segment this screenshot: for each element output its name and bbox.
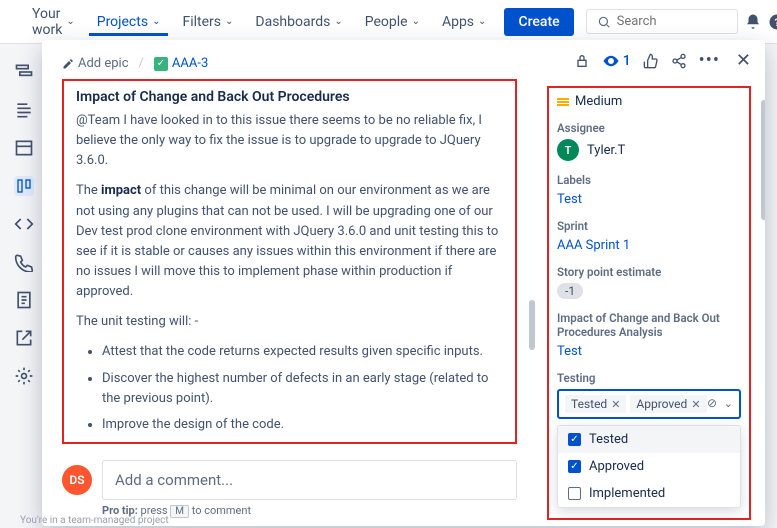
- rail-pages-icon[interactable]: [14, 290, 34, 310]
- share-icon[interactable]: [671, 53, 687, 69]
- description-body: @Team I have looked in to this issue the…: [76, 111, 503, 444]
- user-avatar: DS: [62, 465, 92, 495]
- nav-people[interactable]: People⌄: [357, 8, 428, 36]
- right-scrollbar[interactable]: [761, 90, 765, 510]
- testing-dropdown: ✓Tested ✓Approved Implemented: [557, 425, 741, 508]
- sidebar-highlight: Medium Assignee T Tyler.T Labels Test Sp…: [547, 86, 751, 520]
- more-actions-icon[interactable]: •••: [699, 50, 720, 71]
- checkbox-icon: [568, 487, 581, 500]
- chevron-down-icon[interactable]: ⌄: [724, 397, 733, 410]
- left-rail: [0, 44, 48, 528]
- testing-select[interactable]: Tested✕ Approved✕ ⊘ ⌄: [557, 389, 741, 419]
- description-highlight: Impact of Change and Back Out Procedures…: [62, 79, 517, 444]
- close-icon[interactable]: ✕: [736, 50, 751, 71]
- search-input[interactable]: [617, 14, 727, 29]
- sprint-label: Sprint: [557, 219, 741, 233]
- add-epic-button[interactable]: Add epic: [62, 56, 129, 71]
- issue-sidebar: Medium Assignee T Tyler.T Labels Test Sp…: [537, 40, 765, 526]
- sprint-value[interactable]: AAA Sprint 1: [557, 238, 630, 253]
- nav-your-work[interactable]: Your work⌄: [24, 0, 83, 44]
- rail-list-icon[interactable]: [14, 138, 34, 158]
- bullet-item: Attest that the code returns expected re…: [102, 342, 503, 362]
- nav-filters[interactable]: Filters⌄: [174, 8, 241, 36]
- issue-key-link[interactable]: ✓ AAA-3: [154, 56, 208, 71]
- eye-icon: [602, 52, 620, 70]
- thumbs-up-icon[interactable]: [643, 53, 659, 69]
- rail-board-icon[interactable]: [14, 176, 34, 196]
- testing-chip[interactable]: Approved✕: [630, 395, 706, 413]
- footer-hint: You're in a team-managed project: [20, 515, 169, 526]
- rail-code-icon[interactable]: [14, 214, 34, 234]
- chip-remove-icon[interactable]: ✕: [691, 398, 700, 411]
- labels-label: Labels: [557, 173, 741, 187]
- watch-button[interactable]: 1: [602, 52, 631, 70]
- assignee-label: Assignee: [557, 121, 741, 135]
- chip-remove-icon[interactable]: ✕: [611, 398, 620, 411]
- rail-roadmap-icon[interactable]: [14, 62, 34, 82]
- impact-analysis-label: Impact of Change and Back Out Procedures…: [557, 311, 741, 339]
- dropdown-option[interactable]: Implemented: [558, 480, 740, 507]
- dropdown-option[interactable]: ✓Approved: [558, 453, 740, 480]
- story-points-value[interactable]: -1: [557, 283, 583, 299]
- rail-project-settings-icon[interactable]: [14, 366, 34, 386]
- topbar: Your work⌄ Projects⌄ Filters⌄ Dashboards…: [0, 0, 777, 44]
- description-title: Impact of Change and Back Out Procedures: [76, 89, 503, 105]
- story-type-icon: ✓: [154, 57, 168, 71]
- testing-label: Testing: [557, 371, 741, 385]
- impact-analysis-value[interactable]: Test: [557, 344, 582, 359]
- lock-icon[interactable]: [574, 53, 590, 69]
- help-icon[interactable]: ?: [768, 10, 777, 34]
- rail-shortcut-icon[interactable]: [14, 328, 34, 348]
- pencil-icon: [62, 58, 74, 70]
- left-scrollbar[interactable]: [529, 100, 535, 470]
- search-icon: [597, 15, 611, 29]
- modal-action-bar: 1 ••• ✕: [574, 50, 751, 71]
- checkbox-icon: ✓: [568, 433, 581, 446]
- bullet-item: Discover the highest number of defects i…: [102, 369, 503, 409]
- labels-value[interactable]: Test: [557, 192, 582, 207]
- issue-main: Add epic / ✓ AAA-3 Impact of Change and …: [42, 40, 537, 526]
- nav-dashboards[interactable]: Dashboards⌄: [247, 8, 350, 36]
- rail-backlog-icon[interactable]: [14, 100, 34, 120]
- priority-medium-icon: [557, 98, 569, 106]
- notifications-icon[interactable]: [744, 10, 762, 34]
- rail-phone-icon[interactable]: [14, 252, 34, 272]
- dropdown-option[interactable]: ✓Tested: [558, 426, 740, 453]
- search-box[interactable]: [586, 9, 738, 34]
- comment-row: DS Add a comment...: [62, 460, 517, 500]
- assignee-field[interactable]: T Tyler.T: [557, 139, 741, 161]
- assignee-name: Tyler.T: [587, 143, 625, 158]
- bullet-item: Improve the design of the code.: [102, 415, 503, 435]
- bullet-item: Identify units that are too complex: [102, 441, 503, 444]
- checkbox-icon: ✓: [568, 460, 581, 473]
- watch-count: 1: [623, 53, 631, 69]
- story-points-label: Story point estimate: [557, 265, 741, 279]
- comment-input[interactable]: Add a comment...: [102, 460, 517, 500]
- assignee-avatar: T: [557, 139, 579, 161]
- nav-projects[interactable]: Projects⌄: [89, 8, 169, 36]
- clear-all-icon[interactable]: ⊘: [707, 396, 717, 410]
- priority-field[interactable]: Medium: [557, 94, 741, 109]
- breadcrumb: Add epic / ✓ AAA-3: [62, 56, 517, 71]
- nav-apps[interactable]: Apps⌄: [434, 8, 494, 36]
- create-button[interactable]: Create: [504, 8, 573, 36]
- testing-chip[interactable]: Tested✕: [565, 395, 626, 413]
- issue-modal: 1 ••• ✕ Add epic / ✓ AAA-3 Impact of Cha…: [42, 40, 765, 526]
